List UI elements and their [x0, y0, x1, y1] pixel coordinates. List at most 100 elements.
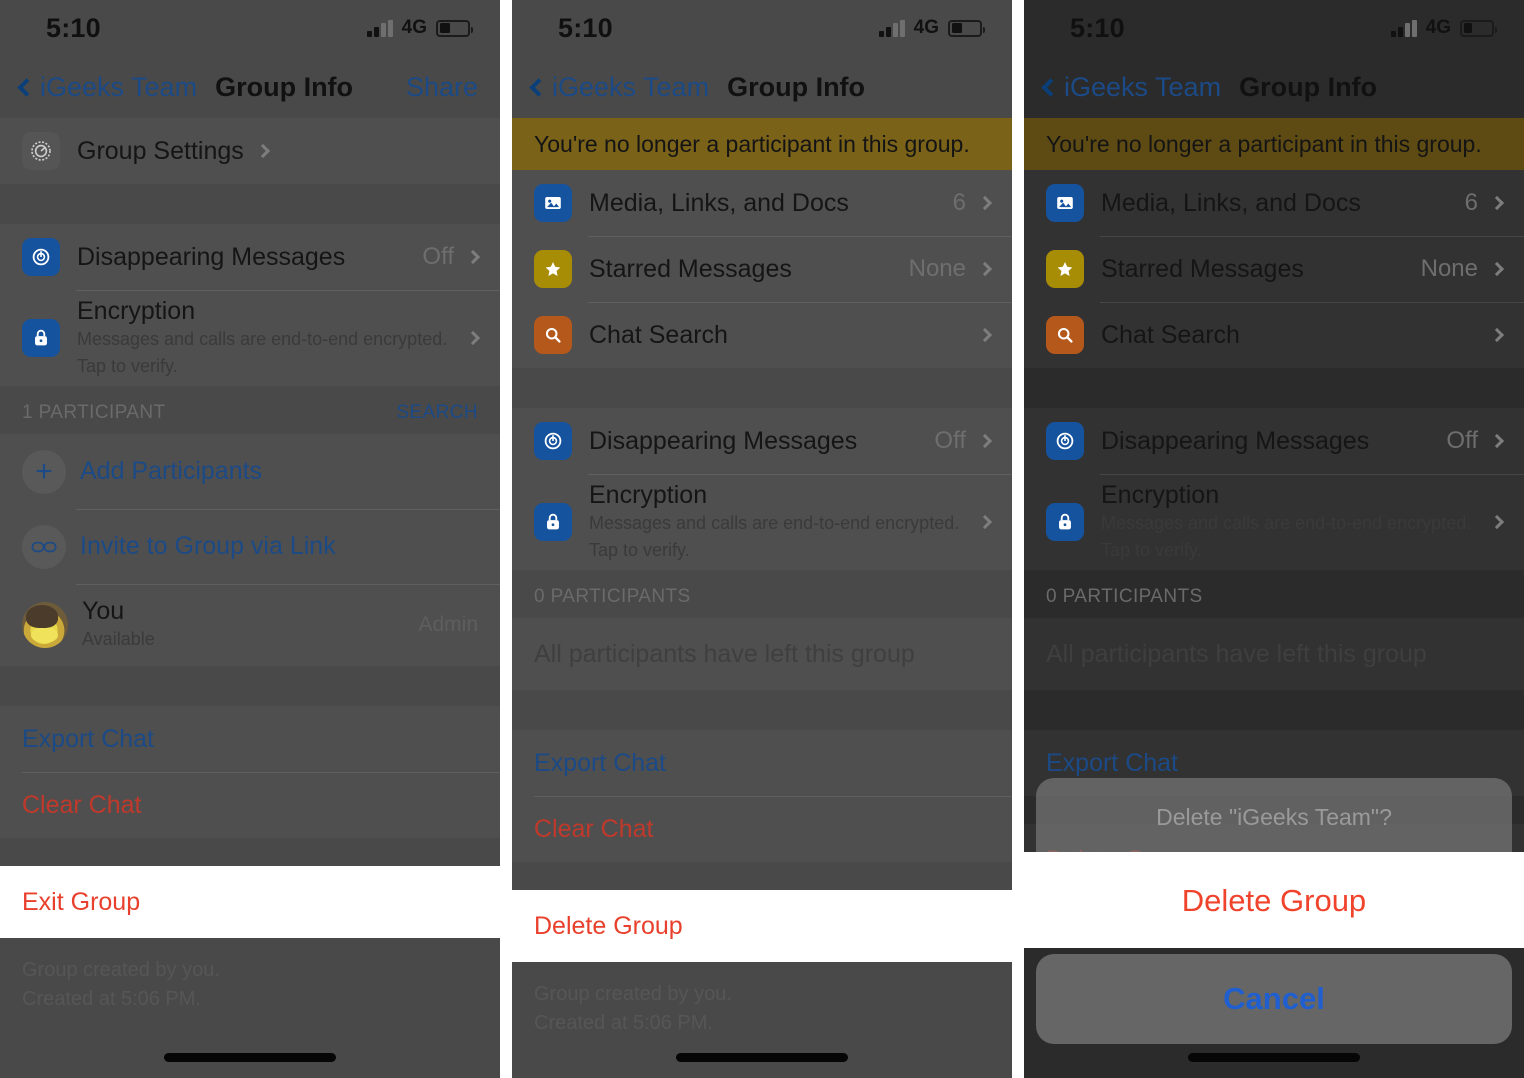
row-empty-participants: All participants have left this group [512, 618, 1012, 690]
delete-group-action-sheet: Delete "iGeeks Team"? Delete Group Cance… [1024, 778, 1524, 1044]
lock-icon [22, 319, 60, 357]
participants-header-1: 1 PARTICIPANT SEARCH [0, 386, 500, 434]
signal-bars-icon [1391, 19, 1417, 37]
participants-header-3: 0 PARTICIPANTS [1024, 570, 1524, 618]
link-icon [22, 524, 66, 569]
row-group-settings-label: Group Settings [77, 136, 244, 165]
row-chat-search[interactable]: Chat Search [512, 302, 1012, 368]
row-media-links-docs[interactable]: Media, Links, and Docs 6 [1024, 170, 1524, 236]
status-bar: 5:10 4G [512, 0, 1012, 56]
row-starred-label: Starred Messages [1101, 254, 1304, 283]
footnote-line-1: Group created by you. [534, 983, 732, 1005]
row-exit-group[interactable]: Exit Group [0, 866, 500, 938]
chevron-right-icon [1489, 195, 1505, 211]
row-add-participants[interactable]: + Add Participants [0, 434, 500, 509]
row-empty-participants: All participants have left this group [1024, 618, 1524, 690]
row-clear-chat[interactable]: Clear Chat [0, 772, 500, 838]
row-encryption-sub-2: Tap to verify. [77, 355, 178, 376]
chevron-right-icon [977, 195, 993, 211]
photo-icon [534, 184, 572, 222]
participants-section-2: All participants have left this group [512, 618, 1012, 690]
chevron-right-icon [1489, 327, 1505, 343]
privacy-section-3: Disappearing Messages Off Encryption Mes… [1024, 408, 1524, 570]
screen-3: 5:10 4G iGeeks Team Group Info You're no… [1024, 0, 1524, 1078]
search-icon [1046, 316, 1084, 354]
row-delete-group-label: Delete Group [534, 911, 683, 940]
row-chat-search[interactable]: Chat Search [1024, 302, 1524, 368]
row-exit-group-label: Exit Group [22, 887, 141, 916]
row-disappearing-messages-value: Off [422, 243, 454, 270]
nav-bar-1: iGeeks Team Group Info Share [0, 56, 500, 118]
chevron-right-icon [1489, 514, 1505, 530]
row-encryption-sub-1: Messages and calls are end-to-end encryp… [1101, 513, 1472, 534]
back-button[interactable]: iGeeks Team [14, 72, 197, 103]
back-button-label: iGeeks Team [552, 71, 710, 102]
lock-icon [1046, 503, 1084, 541]
plus-icon: + [22, 449, 66, 494]
status-time: 5:10 [46, 12, 101, 43]
row-starred-value: None [1420, 255, 1478, 282]
row-encryption[interactable]: Encryption Messages and calls are end-to… [1024, 474, 1524, 570]
participants-search-button[interactable]: SEARCH [396, 402, 478, 424]
row-chat-search-label: Chat Search [1101, 320, 1240, 349]
row-chat-search-label: Chat Search [589, 320, 728, 349]
row-starred-messages[interactable]: Starred Messages None [1024, 236, 1524, 302]
phone-panel-1: 5:10 4G iGeeks Team Group Info Share Gro… [0, 0, 500, 1078]
row-encryption-label: Encryption [77, 297, 196, 326]
row-disappearing-messages-value: Off [934, 427, 966, 454]
participants-count-label: 1 PARTICIPANT [22, 402, 166, 423]
chevron-right-icon [977, 327, 993, 343]
row-disappearing-messages[interactable]: Disappearing Messages Off [1024, 408, 1524, 474]
back-button[interactable]: iGeeks Team [526, 72, 709, 103]
row-export-chat-label: Export Chat [22, 724, 155, 753]
chevron-right-icon [977, 514, 993, 530]
chevron-left-icon [529, 77, 548, 97]
chevron-right-icon [1489, 261, 1505, 277]
row-encryption[interactable]: Encryption Messages and calls are end-to… [512, 474, 1012, 570]
status-indicators: 4G [1391, 17, 1497, 39]
action-sheet-title: Delete "iGeeks Team"? [1156, 804, 1392, 830]
row-clear-chat[interactable]: Clear Chat [512, 796, 1012, 862]
row-encryption-sub-1: Messages and calls are end-to-end encryp… [77, 329, 448, 350]
row-export-chat[interactable]: Export Chat [512, 730, 1012, 796]
star-icon [1046, 250, 1084, 288]
row-encryption-sub-1: Messages and calls are end-to-end encryp… [589, 513, 960, 534]
action-sheet-cancel-button[interactable]: Cancel [1036, 954, 1512, 1044]
row-delete-group[interactable]: Delete Group [512, 890, 1012, 962]
back-button[interactable]: iGeeks Team [1038, 72, 1221, 103]
tap-highlight-delete-group[interactable]: Delete Group [1024, 852, 1524, 948]
row-disappearing-messages[interactable]: Disappearing Messages Off [0, 224, 500, 290]
not-participant-banner: You're no longer a participant in this g… [1024, 118, 1524, 170]
row-encryption-text: Encryption Messages and calls are end-to… [589, 481, 959, 562]
lock-icon [534, 503, 572, 541]
row-encryption[interactable]: Encryption Messages and calls are end-to… [0, 290, 500, 386]
back-button-label: iGeeks Team [1064, 71, 1222, 102]
share-button[interactable]: Share [406, 72, 478, 103]
network-type-label: 4G [1425, 17, 1451, 38]
row-starred-value: None [908, 255, 966, 282]
row-disappearing-messages[interactable]: Disappearing Messages Off [512, 408, 1012, 474]
chevron-right-icon [255, 143, 270, 159]
row-group-settings[interactable]: Group Settings [0, 118, 500, 184]
home-indicator[interactable] [676, 1053, 848, 1062]
row-encryption-text: Encryption Messages and calls are end-to… [1101, 481, 1471, 562]
phone-panel-2: 5:10 4G iGeeks Team Group Info You're no… [512, 0, 1012, 1078]
avatar [22, 602, 68, 648]
settings-section-1: Group Settings [0, 118, 500, 184]
row-encryption-sub-2: Tap to verify. [1101, 539, 1202, 560]
row-media-links-docs[interactable]: Media, Links, and Docs 6 [512, 170, 1012, 236]
timer-icon [534, 422, 572, 460]
nav-bar-3: iGeeks Team Group Info [1024, 56, 1524, 118]
row-disappearing-messages-label: Disappearing Messages [1101, 426, 1370, 455]
row-disappearing-messages-label: Disappearing Messages [589, 426, 858, 455]
row-participant-you[interactable]: You Available Admin [0, 584, 500, 666]
home-indicator[interactable] [164, 1053, 336, 1062]
star-icon [534, 250, 572, 288]
row-starred-messages[interactable]: Starred Messages None [512, 236, 1012, 302]
media-section-2: Media, Links, and Docs 6 Starred Message… [512, 170, 1012, 368]
row-export-chat[interactable]: Export Chat [0, 706, 500, 772]
home-indicator[interactable] [1188, 1053, 1360, 1062]
row-invite-link[interactable]: Invite to Group via Link [0, 509, 500, 584]
network-type-label: 4G [913, 17, 939, 38]
